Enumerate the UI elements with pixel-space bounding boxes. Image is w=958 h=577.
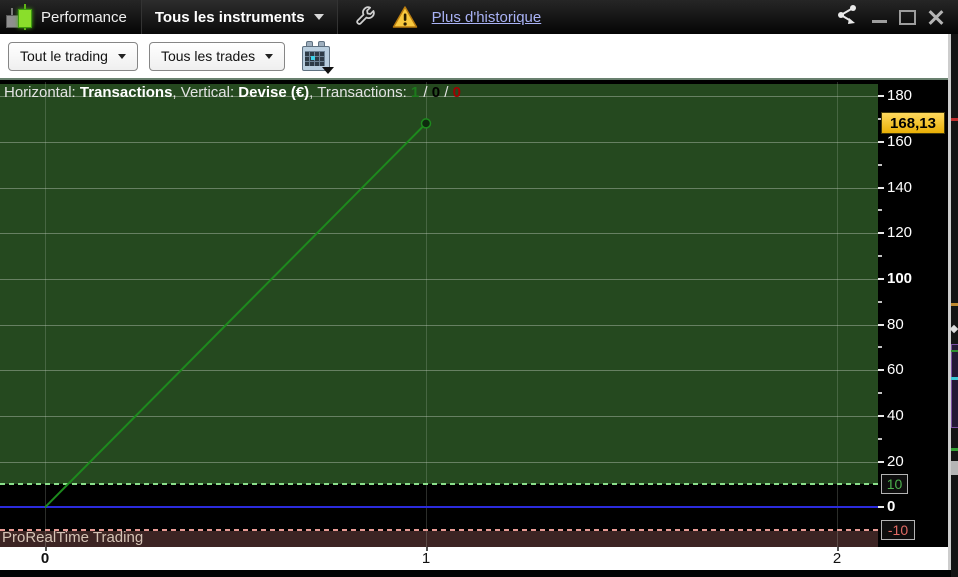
y-minor-tick (878, 163, 882, 166)
maximize-icon[interactable] (899, 9, 916, 25)
chevron-down-icon (313, 14, 324, 20)
y-axis: 168,13 10 -10 180 160 140 120 100 80 60 40 20 0 (878, 82, 948, 547)
flat-trades-count: 0 (431, 84, 441, 101)
trading-scope-dropdown[interactable]: Tout le trading (8, 41, 138, 71)
y-tick (878, 140, 884, 143)
close-icon[interactable] (928, 9, 944, 25)
last-data-point (420, 118, 432, 129)
y-tick-label: 40 (887, 406, 904, 424)
y-tick-label: 160 (887, 132, 913, 150)
lower-threshold-badge: -10 (881, 520, 915, 541)
watermark: ProRealTime Trading (2, 529, 144, 546)
y-tick (878, 277, 884, 280)
performance-window: Performance Tous les instruments Plus d'… (0, 0, 958, 577)
x-axis: 0 1 2 (0, 547, 951, 570)
y-tick (878, 186, 884, 189)
current-value-badge: 168,13 (881, 112, 945, 135)
y-tick (878, 460, 884, 463)
y-minor-tick (878, 300, 882, 303)
y-minor-tick (878, 437, 882, 440)
y-tick-label: 180 (887, 87, 913, 105)
y-minor-tick (878, 255, 882, 258)
y-minor-tick (878, 392, 882, 395)
y-tick-label: 100 (887, 269, 913, 287)
trades-filter-dropdown[interactable]: Tous les trades (148, 41, 286, 71)
y-minor-tick (878, 209, 882, 212)
trades-filter-label: Tous les trades (160, 48, 256, 64)
instruments-menu-button[interactable]: Tous les instruments (140, 0, 338, 34)
y-tick (878, 369, 884, 372)
window-title: Performance (41, 8, 127, 26)
x-tick-label: 1 (421, 550, 431, 567)
chevron-down-icon (117, 53, 126, 59)
background-window-fragment (949, 34, 958, 577)
x-tick-label: 0 (40, 550, 50, 567)
y-tick (878, 414, 884, 417)
share-icon[interactable] (836, 4, 860, 31)
performance-chart[interactable]: Horizontal: Transactions, Vertical: Devi… (0, 82, 878, 547)
upper-threshold-badge: 10 (881, 474, 908, 495)
y-tick (878, 232, 884, 235)
y-tick (878, 95, 884, 98)
trading-scope-label: Tout le trading (20, 48, 108, 64)
wrench-icon[interactable] (354, 6, 376, 28)
y-tick-label: 60 (887, 361, 904, 379)
candlestick-icon (5, 4, 33, 30)
minimize-icon[interactable] (872, 19, 887, 23)
equity-curve (44, 118, 432, 509)
y-tick (878, 323, 884, 326)
winning-trades-count: 1 (410, 84, 420, 101)
warning-icon[interactable] (392, 5, 418, 29)
losing-trades-count: 0 (452, 84, 461, 101)
y-tick-label: 20 (887, 452, 904, 470)
window-bottom-edge (0, 570, 958, 577)
chart-legend: Horizontal: Transactions, Vertical: Devi… (4, 84, 461, 101)
x-tick-label: 2 (832, 550, 842, 567)
y-tick (878, 506, 884, 509)
y-tick-label: 140 (887, 178, 913, 196)
instruments-menu-label: Tous les instruments (154, 8, 305, 26)
calendar-icon[interactable] (300, 40, 335, 74)
y-minor-tick (878, 346, 882, 349)
filters-toolbar: Tout le trading Tous les trades (0, 34, 951, 80)
window-controls (836, 4, 944, 31)
chevron-down-icon (265, 53, 274, 59)
more-history-link[interactable]: Plus d'historique (432, 9, 542, 26)
y-tick-label: 80 (887, 315, 904, 333)
y-tick-label: 120 (887, 224, 913, 242)
title-bar: Performance Tous les instruments Plus d'… (0, 0, 958, 34)
y-tick-label: 0 (887, 498, 896, 516)
